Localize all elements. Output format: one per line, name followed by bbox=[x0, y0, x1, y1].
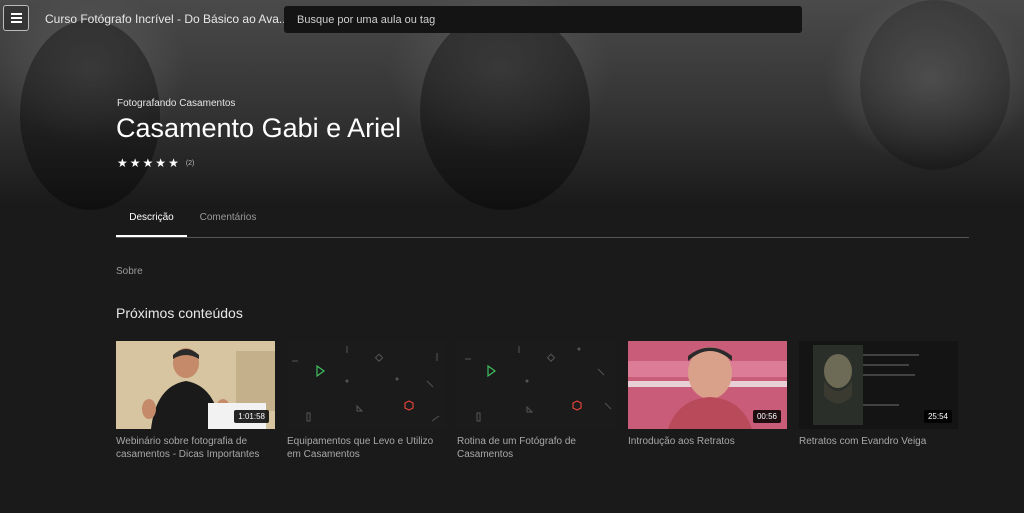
video-duration: 1:01:58 bbox=[234, 410, 269, 423]
lesson-category[interactable]: Fotografando Casamentos bbox=[117, 98, 235, 109]
video-thumbnail[interactable] bbox=[287, 341, 446, 429]
lesson-title: Casamento Gabi e Ariel bbox=[116, 113, 402, 143]
pattern-image bbox=[287, 341, 446, 429]
hero-figure-center bbox=[420, 10, 590, 210]
search-placeholder: Busque por uma aula ou tag bbox=[297, 13, 436, 26]
hero-figure-right bbox=[860, 0, 1010, 170]
star-icon[interactable]: ★ bbox=[117, 157, 128, 169]
content-card[interactable]: 25:54 Retratos com Evandro Veiga bbox=[799, 341, 958, 448]
card-title[interactable]: Introdução aos Retratos bbox=[628, 435, 787, 448]
hamburger-icon-line bbox=[10, 17, 22, 19]
card-title[interactable]: Rotina de um Fotógrafo de Casamentos bbox=[457, 435, 616, 461]
pattern-image bbox=[457, 341, 616, 429]
star-icon[interactable]: ★ bbox=[143, 157, 154, 169]
hamburger-icon-line bbox=[10, 21, 22, 23]
tab-bar: Descrição Comentários bbox=[116, 203, 969, 238]
content-card[interactable]: 00:56 Introdução aos Retratos bbox=[628, 341, 787, 448]
about-label: Sobre bbox=[116, 266, 143, 277]
content-card[interactable]: 1:01:58 Webinário sobre fotografia de ca… bbox=[116, 341, 275, 461]
video-duration: 25:54 bbox=[923, 410, 952, 423]
video-thumbnail[interactable]: 00:56 bbox=[628, 341, 787, 429]
card-title[interactable]: Equipamentos que Levo e Utilizo em Casam… bbox=[287, 435, 446, 461]
rating[interactable]: ★ ★ ★ ★ ★ (2) bbox=[117, 157, 194, 169]
content-card[interactable]: Equipamentos que Levo e Utilizo em Casam… bbox=[287, 341, 446, 461]
hamburger-icon bbox=[10, 13, 22, 15]
star-icon[interactable]: ★ bbox=[130, 157, 141, 169]
video-thumbnail[interactable] bbox=[457, 341, 616, 429]
search-input[interactable]: Busque por uma aula ou tag bbox=[284, 6, 802, 33]
video-thumbnail[interactable]: 25:54 bbox=[799, 341, 958, 429]
content-card[interactable]: Rotina de um Fotógrafo de Casamentos bbox=[457, 341, 616, 461]
course-title[interactable]: Curso Fotógrafo Incrível - Do Básico ao … bbox=[45, 12, 289, 26]
card-title[interactable]: Webinário sobre fotografia de casamentos… bbox=[116, 435, 275, 461]
video-thumbnail[interactable]: 1:01:58 bbox=[116, 341, 275, 429]
video-duration: 00:56 bbox=[752, 410, 781, 423]
tab-comentarios[interactable]: Comentários bbox=[192, 203, 264, 235]
rating-count: (2) bbox=[185, 159, 195, 167]
card-title[interactable]: Retratos com Evandro Veiga bbox=[799, 435, 958, 448]
menu-button[interactable] bbox=[3, 5, 29, 31]
tab-descricao[interactable]: Descrição bbox=[116, 203, 187, 237]
next-content-heading: Próximos conteúdos bbox=[116, 305, 243, 321]
star-icon[interactable]: ★ bbox=[155, 157, 166, 169]
star-icon[interactable]: ★ bbox=[168, 157, 179, 169]
